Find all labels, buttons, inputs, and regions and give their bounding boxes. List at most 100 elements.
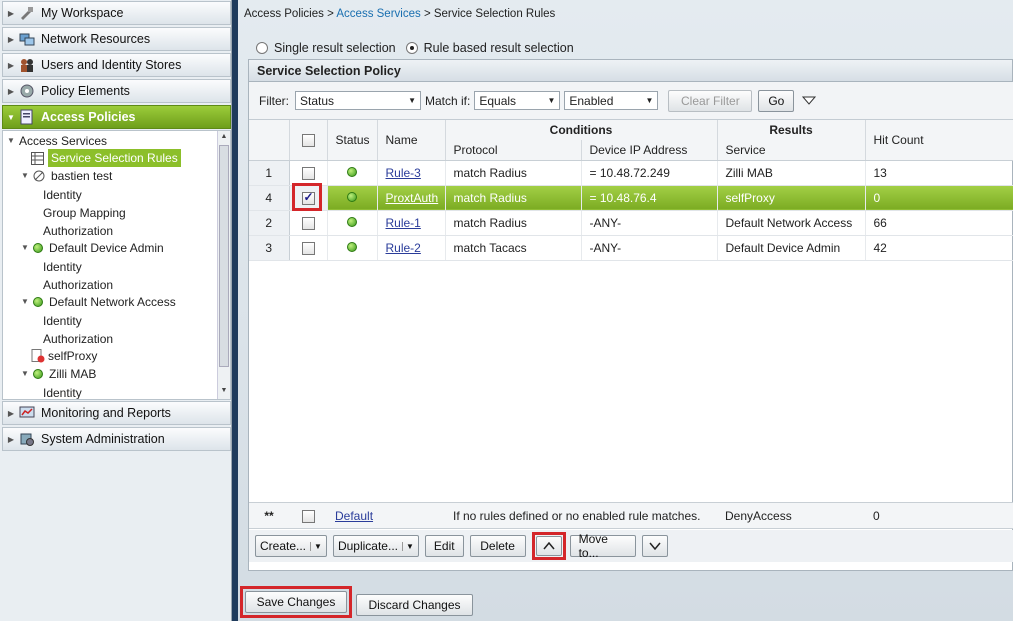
chevron-up-icon [543, 542, 555, 550]
default-row-checkbox[interactable] [301, 509, 315, 523]
default-name-cell: Default [327, 509, 445, 523]
rule-name-link[interactable]: ProxtAuth [386, 191, 439, 205]
checkbox-highlight-box [292, 183, 322, 211]
drawer-users-identity-stores[interactable]: ▶ Users and Identity Stores [2, 53, 231, 77]
expand-arrow-icon: ▶ [7, 34, 15, 44]
expand-arrow-icon: ▶ [7, 434, 15, 444]
create-button[interactable]: Create... ▼ [255, 535, 327, 557]
match-value-select[interactable]: Enabled ▼ [564, 91, 659, 110]
go-button[interactable]: Go [758, 89, 795, 112]
scroll-down-icon[interactable]: ▼ [219, 387, 229, 394]
chevron-down-icon[interactable]: ▼ [310, 541, 322, 551]
tree-self-proxy[interactable]: selfProxy [31, 347, 97, 365]
workspace-icon [19, 5, 35, 21]
drawer-monitoring-reports[interactable]: ▶ Monitoring and Reports [2, 401, 231, 425]
single-result-label[interactable]: Single result selection [274, 41, 396, 55]
status-column-header[interactable]: Status [327, 120, 378, 161]
row-checkbox[interactable] [301, 166, 315, 180]
filter-field-value: Status [300, 93, 335, 108]
tree-dda-authorization[interactable]: Authorization [43, 276, 113, 294]
delete-button[interactable]: Delete [469, 535, 526, 557]
drawer-policy-elements[interactable]: ▶ Policy Elements [2, 79, 231, 103]
chevron-down-icon: ▼ [645, 96, 654, 105]
match-operator-select[interactable]: Equals ▼ [474, 91, 561, 110]
name-cell: ProxtAuth [377, 185, 446, 211]
move-down-button[interactable] [641, 535, 668, 557]
rule-name-link[interactable]: Rule-3 [386, 166, 421, 180]
select-all-checkbox[interactable] [301, 133, 315, 147]
name-cell: Rule-2 [377, 235, 446, 261]
tree-zilli-identity[interactable]: Identity [43, 384, 82, 399]
discard-changes-button[interactable]: Discard Changes [356, 594, 473, 616]
tree-zilli-mab[interactable]: ▼ Zilli MAB [21, 365, 96, 383]
result-mode-selector: Single result selection Rule based resul… [256, 41, 574, 55]
default-rule-link[interactable]: Default [335, 509, 373, 523]
clear-filter-button[interactable]: Clear Filter [668, 89, 753, 112]
name-column-header[interactable]: Name [377, 120, 446, 161]
rule-based-label[interactable]: Rule based result selection [424, 41, 574, 55]
tree-bastien-test[interactable]: ▼ bastien test [21, 167, 112, 185]
tree-access-services[interactable]: ▼ Access Services [7, 132, 107, 150]
tree-dna-authorization[interactable]: Authorization [43, 330, 113, 348]
tree-dda-identity[interactable]: Identity [43, 258, 82, 276]
drawer-access-policies[interactable]: ▼ Access Policies [2, 105, 231, 129]
device-ip-cell: = 10.48.72.249 [581, 160, 718, 186]
move-up-button[interactable] [535, 536, 562, 556]
scroll-up-icon[interactable]: ▲ [219, 133, 229, 140]
tree-default-network-access[interactable]: ▼ Default Network Access [21, 293, 176, 311]
tree-dna-identity[interactable]: Identity [43, 312, 82, 330]
hit-count-column-header[interactable]: Hit Count [865, 120, 1013, 161]
filter-field-select[interactable]: Status ▼ [295, 91, 421, 110]
expand-arrow-icon: ▶ [7, 86, 15, 96]
drawer-network-resources[interactable]: ▶ Network Resources [2, 27, 231, 51]
single-result-radio[interactable] [256, 42, 268, 54]
row-checkbox[interactable] [301, 216, 315, 230]
breadcrumb-access-services-link[interactable]: Access Services [336, 8, 420, 20]
chevron-down-icon: ▼ [408, 96, 416, 105]
tree-default-device-admin[interactable]: ▼ Default Device Admin [21, 239, 164, 257]
protocol-column-header[interactable]: Protocol [445, 140, 582, 161]
tree-service-selection-rules[interactable]: Service Selection Rules [31, 149, 181, 167]
default-service-cell: DenyAccess [725, 508, 792, 523]
drawer-my-workspace[interactable]: ▶ My Workspace [2, 1, 231, 25]
row-number: 3 [249, 235, 290, 261]
table-row[interactable]: 3 Rule-2 match Tacacs -ANY- Default Devi… [249, 235, 1013, 261]
service-cell: Zilli MAB [717, 160, 866, 186]
proxy-document-icon [31, 349, 45, 363]
tree-bastien-identity[interactable]: Identity [43, 186, 82, 204]
rule-name-link[interactable]: Rule-1 [386, 216, 421, 230]
collapse-arrow-icon: ▼ [7, 112, 15, 122]
enabled-status-icon [33, 243, 43, 253]
filter-bar: Filter: Status ▼ Match if: Equals ▼ Enable… [249, 82, 1013, 120]
content-area: Access Policies > Access Services > Serv… [238, 0, 1013, 621]
enabled-status-icon [347, 191, 357, 202]
default-row-select-cell [289, 508, 327, 523]
default-rule-row[interactable]: ** Default If no rules defined or no ena… [249, 502, 1013, 529]
move-to-button[interactable]: Move to... [569, 532, 636, 560]
device-ip-column-header[interactable]: Device IP Address [581, 140, 718, 161]
row-select-cell [289, 160, 328, 186]
table-row[interactable]: 2 Rule-1 match Radius -ANY- Default Netw… [249, 210, 1013, 236]
breadcrumb-current: Service Selection Rules [433, 8, 556, 20]
collapse-arrow-icon: ▼ [21, 369, 29, 378]
drawer-label: Policy Elements [41, 84, 130, 98]
duplicate-button[interactable]: Duplicate... ▼ [332, 535, 419, 557]
drawer-system-administration[interactable]: ▶ System Administration [2, 427, 231, 451]
rule-based-radio[interactable] [405, 42, 418, 54]
edit-button[interactable]: Edit [424, 535, 464, 557]
save-changes-button[interactable]: Save Changes [245, 591, 347, 613]
tree-label: Zilli MAB [49, 367, 97, 381]
tree-scrollbar[interactable]: ▲ ▼ [217, 131, 230, 399]
service-column-header[interactable]: Service [717, 140, 866, 161]
tree-label: Service Selection Rules [48, 149, 181, 167]
tree-bastien-authorization[interactable]: Authorization [43, 222, 113, 240]
row-checkbox[interactable] [301, 241, 315, 255]
tree-bastien-group-mapping[interactable]: Group Mapping [43, 204, 126, 222]
chevron-down-icon[interactable]: ▼ [401, 541, 414, 551]
table-row-selected[interactable]: 4 ProxtAuth match Radius = 10.48.76.4 se… [249, 185, 1013, 211]
table-row[interactable]: 1 Rule-3 match Radius = 10.48.72.249 Zil… [249, 160, 1013, 186]
scrollbar-thumb[interactable] [219, 145, 229, 367]
filter-options-dropdown-icon[interactable] [802, 96, 817, 106]
rule-name-link[interactable]: Rule-2 [386, 241, 421, 255]
status-cell [327, 235, 378, 261]
